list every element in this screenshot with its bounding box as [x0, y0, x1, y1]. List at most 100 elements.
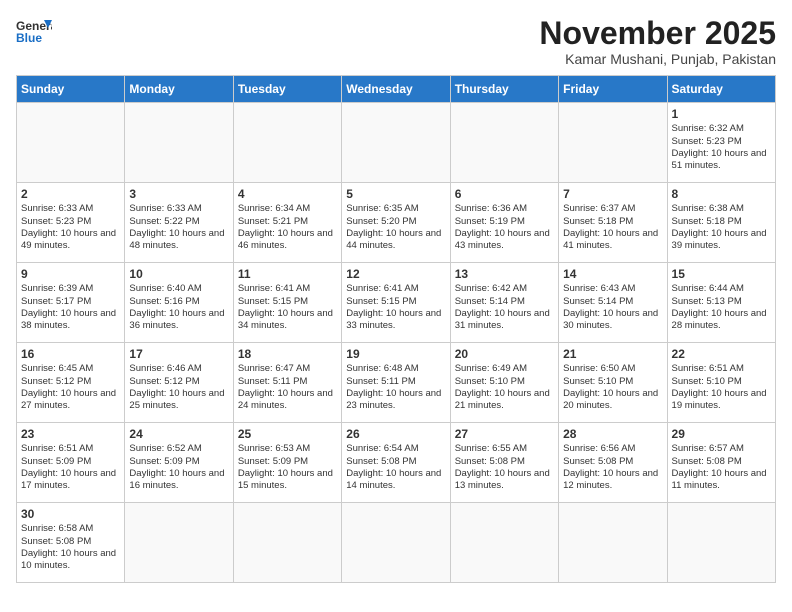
- page-header: General Blue November 2025 Kamar Mushani…: [16, 16, 776, 67]
- day-number: 16: [21, 347, 120, 361]
- day-info: Sunrise: 6:54 AM Sunset: 5:08 PM Dayligh…: [346, 443, 445, 492]
- logo: General Blue: [16, 16, 52, 44]
- day-number: 19: [346, 347, 445, 361]
- calendar-table: SundayMondayTuesdayWednesdayThursdayFrid…: [16, 75, 776, 583]
- calendar-cell: 13Sunrise: 6:42 AM Sunset: 5:14 PM Dayli…: [450, 263, 558, 343]
- day-info: Sunrise: 6:44 AM Sunset: 5:13 PM Dayligh…: [672, 283, 771, 332]
- calendar-cell: 11 Sunrise: 6:41 AM Sunset: 5:15 PM Dayli…: [233, 263, 341, 343]
- calendar-cell: 26 Sunrise: 6:54 AM Sunset: 5:08 PM Dayli…: [342, 423, 450, 503]
- calendar-cell: 17Sunrise: 6:46 AM Sunset: 5:12 PM Dayli…: [125, 343, 233, 423]
- day-info: Sunrise: 6:55 AM Sunset: 5:08 PM Dayligh…: [455, 443, 554, 492]
- calendar-cell: 15 Sunrise: 6:44 AM Sunset: 5:13 PM Dayli…: [667, 263, 775, 343]
- day-info: Sunrise: 6:51 AM Sunset: 5:10 PM Dayligh…: [672, 363, 771, 412]
- calendar-cell: 8Sunrise: 6:38 AM Sunset: 5:18 PM Daylig…: [667, 183, 775, 263]
- day-info: Sunrise: 6:53 AM Sunset: 5:09 PM Dayligh…: [238, 443, 337, 492]
- header-saturday: Saturday: [667, 76, 775, 103]
- day-number: 11: [238, 267, 337, 281]
- calendar-cell: 28 Sunrise: 6:56 AM Sunset: 5:08 PM Dayli…: [559, 423, 667, 503]
- day-info: Sunrise: 6:35 AM Sunset: 5:20 PM Dayligh…: [346, 203, 445, 252]
- day-number: 4: [238, 187, 337, 201]
- calendar-cell: [667, 503, 775, 583]
- calendar-cell: 4 Sunrise: 6:34 AM Sunset: 5:21 PM Daylig…: [233, 183, 341, 263]
- header-wednesday: Wednesday: [342, 76, 450, 103]
- day-number: 25: [238, 427, 337, 441]
- calendar-cell: 27 Sunrise: 6:55 AM Sunset: 5:08 PM Dayli…: [450, 423, 558, 503]
- calendar-cell: 16 Sunrise: 6:45 AM Sunset: 5:12 PM Dayli…: [17, 343, 125, 423]
- day-info: Sunrise: 6:37 AM Sunset: 5:18 PM Dayligh…: [563, 203, 662, 252]
- calendar-cell: 3 Sunrise: 6:33 AM Sunset: 5:22 PM Daylig…: [125, 183, 233, 263]
- day-number: 22: [672, 347, 771, 361]
- calendar-cell: 24 Sunrise: 6:52 AM Sunset: 5:09 PM Dayli…: [125, 423, 233, 503]
- svg-text:Blue: Blue: [16, 31, 42, 44]
- calendar-cell: [559, 103, 667, 183]
- day-info: Sunrise: 6:36 AM Sunset: 5:19 PM Dayligh…: [455, 203, 554, 252]
- calendar-cell: 18Sunrise: 6:47 AM Sunset: 5:11 PM Dayli…: [233, 343, 341, 423]
- day-number: 15: [672, 267, 771, 281]
- calendar-cell: 9Sunrise: 6:39 AM Sunset: 5:17 PM Daylig…: [17, 263, 125, 343]
- day-number: 21: [563, 347, 662, 361]
- day-number: 20: [455, 347, 554, 361]
- calendar-title: November 2025: [539, 16, 776, 51]
- day-info: Sunrise: 6:45 AM Sunset: 5:12 PM Dayligh…: [21, 363, 120, 412]
- day-number: 23: [21, 427, 120, 441]
- calendar-cell: [559, 503, 667, 583]
- day-number: 12: [346, 267, 445, 281]
- day-number: 1: [672, 107, 771, 121]
- calendar-subtitle: Kamar Mushani, Punjab, Pakistan: [539, 51, 776, 67]
- calendar-cell: 2 Sunrise: 6:33 AM Sunset: 5:23 PM Daylig…: [17, 183, 125, 263]
- header-sunday: Sunday: [17, 76, 125, 103]
- day-number: 6: [455, 187, 554, 201]
- calendar-cell: 23 Sunrise: 6:51 AM Sunset: 5:09 PM Dayli…: [17, 423, 125, 503]
- calendar-week-5: 30Sunrise: 6:58 AM Sunset: 5:08 PM Dayli…: [17, 503, 776, 583]
- day-info: Sunrise: 6:46 AM Sunset: 5:12 PM Dayligh…: [129, 363, 228, 412]
- calendar-cell: 12 Sunrise: 6:41 AM Sunset: 5:15 PM Dayli…: [342, 263, 450, 343]
- calendar-cell: 29 Sunrise: 6:57 AM Sunset: 5:08 PM Dayli…: [667, 423, 775, 503]
- calendar-body: 1Sunrise: 6:32 AM Sunset: 5:23 PM Daylig…: [17, 103, 776, 583]
- calendar-cell: 22 Sunrise: 6:51 AM Sunset: 5:10 PM Dayli…: [667, 343, 775, 423]
- calendar-cell: [125, 103, 233, 183]
- calendar-week-2: 9Sunrise: 6:39 AM Sunset: 5:17 PM Daylig…: [17, 263, 776, 343]
- day-info: Sunrise: 6:41 AM Sunset: 5:15 PM Dayligh…: [346, 283, 445, 332]
- calendar-cell: [233, 503, 341, 583]
- calendar-cell: [342, 503, 450, 583]
- day-info: Sunrise: 6:40 AM Sunset: 5:16 PM Dayligh…: [129, 283, 228, 332]
- calendar-cell: [450, 103, 558, 183]
- day-info: Sunrise: 6:51 AM Sunset: 5:09 PM Dayligh…: [21, 443, 120, 492]
- day-number: 26: [346, 427, 445, 441]
- calendar-cell: 6 Sunrise: 6:36 AM Sunset: 5:19 PM Daylig…: [450, 183, 558, 263]
- header-tuesday: Tuesday: [233, 76, 341, 103]
- day-info: Sunrise: 6:49 AM Sunset: 5:10 PM Dayligh…: [455, 363, 554, 412]
- day-info: Sunrise: 6:57 AM Sunset: 5:08 PM Dayligh…: [672, 443, 771, 492]
- day-info: Sunrise: 6:34 AM Sunset: 5:21 PM Dayligh…: [238, 203, 337, 252]
- day-number: 24: [129, 427, 228, 441]
- calendar-cell: 5Sunrise: 6:35 AM Sunset: 5:20 PM Daylig…: [342, 183, 450, 263]
- day-number: 28: [563, 427, 662, 441]
- day-info: Sunrise: 6:52 AM Sunset: 5:09 PM Dayligh…: [129, 443, 228, 492]
- calendar-cell: 19 Sunrise: 6:48 AM Sunset: 5:11 PM Dayli…: [342, 343, 450, 423]
- day-number: 7: [563, 187, 662, 201]
- day-number: 27: [455, 427, 554, 441]
- calendar-cell: [342, 103, 450, 183]
- day-info: Sunrise: 6:56 AM Sunset: 5:08 PM Dayligh…: [563, 443, 662, 492]
- day-number: 3: [129, 187, 228, 201]
- calendar-header-row: SundayMondayTuesdayWednesdayThursdayFrid…: [17, 76, 776, 103]
- day-info: Sunrise: 6:48 AM Sunset: 5:11 PM Dayligh…: [346, 363, 445, 412]
- day-number: 2: [21, 187, 120, 201]
- day-info: Sunrise: 6:33 AM Sunset: 5:22 PM Dayligh…: [129, 203, 228, 252]
- logo-icon: General Blue: [16, 16, 52, 44]
- calendar-cell: 30Sunrise: 6:58 AM Sunset: 5:08 PM Dayli…: [17, 503, 125, 583]
- calendar-cell: 20 Sunrise: 6:49 AM Sunset: 5:10 PM Dayli…: [450, 343, 558, 423]
- day-number: 29: [672, 427, 771, 441]
- calendar-title-area: November 2025 Kamar Mushani, Punjab, Pak…: [539, 16, 776, 67]
- day-info: Sunrise: 6:41 AM Sunset: 5:15 PM Dayligh…: [238, 283, 337, 332]
- calendar-cell: 14Sunrise: 6:43 AM Sunset: 5:14 PM Dayli…: [559, 263, 667, 343]
- calendar-cell: 10Sunrise: 6:40 AM Sunset: 5:16 PM Dayli…: [125, 263, 233, 343]
- calendar-cell: 7 Sunrise: 6:37 AM Sunset: 5:18 PM Daylig…: [559, 183, 667, 263]
- calendar-cell: 25 Sunrise: 6:53 AM Sunset: 5:09 PM Dayli…: [233, 423, 341, 503]
- calendar-week-0: 1Sunrise: 6:32 AM Sunset: 5:23 PM Daylig…: [17, 103, 776, 183]
- header-friday: Friday: [559, 76, 667, 103]
- calendar-cell: 1Sunrise: 6:32 AM Sunset: 5:23 PM Daylig…: [667, 103, 775, 183]
- day-info: Sunrise: 6:33 AM Sunset: 5:23 PM Dayligh…: [21, 203, 120, 252]
- day-info: Sunrise: 6:58 AM Sunset: 5:08 PM Dayligh…: [21, 523, 120, 572]
- calendar-cell: [233, 103, 341, 183]
